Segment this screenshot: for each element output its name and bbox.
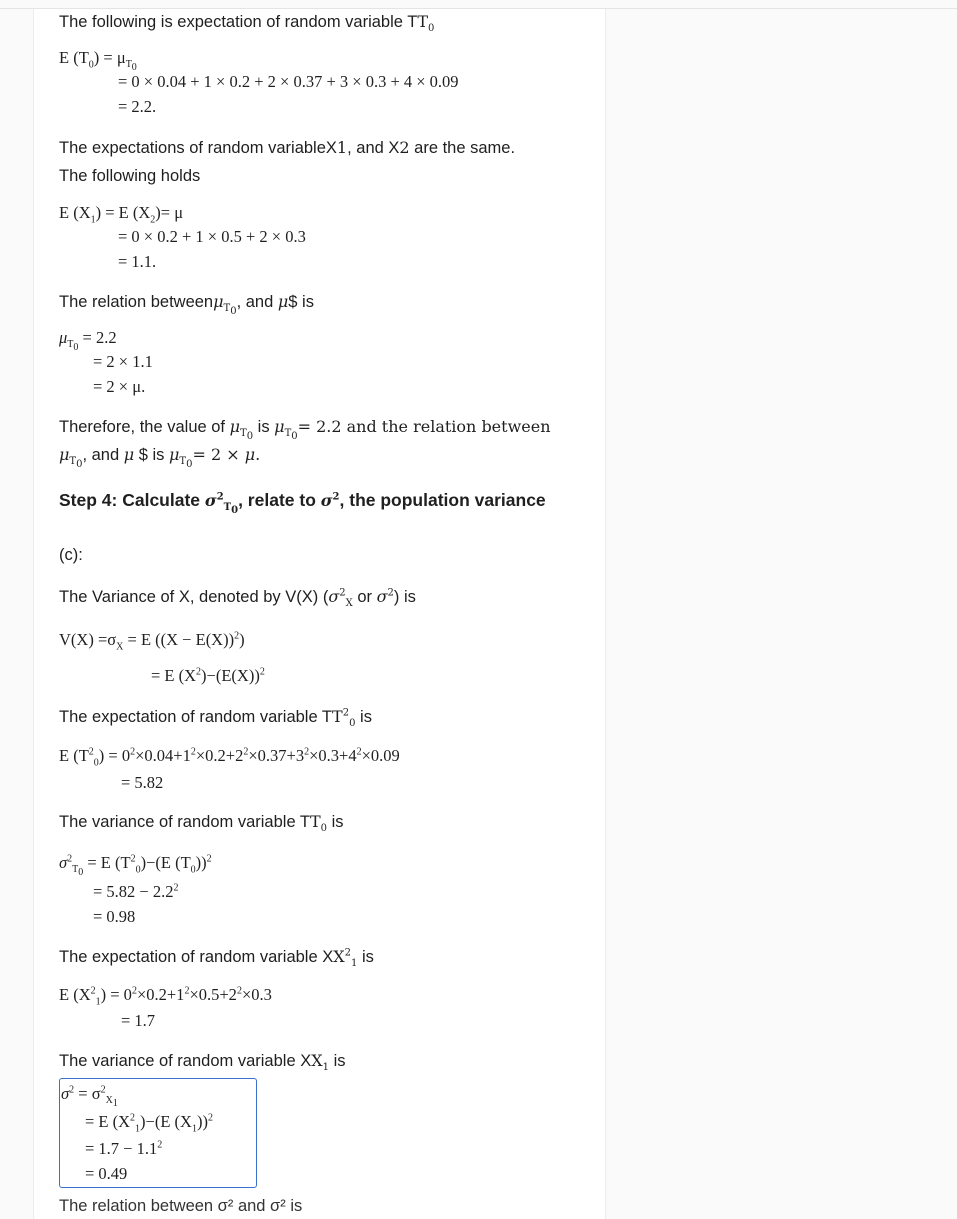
cut-off-line: The relation between σ² and σ² is bbox=[59, 1197, 303, 1215]
eq-e-t0sq-line1: E (T20) = 02×0.04+12×0.2+22×0.37+32×0.3+… bbox=[59, 746, 400, 769]
eq-relation-line3: = 2 × μ. bbox=[93, 377, 146, 396]
eq-variance-line1: V(X) =σX = E ((X − E(X))2) bbox=[59, 630, 245, 653]
paragraph-expectation-t0-squared: The expectation of random variable TT20 … bbox=[59, 707, 372, 730]
paragraph-variance-def: The Variance of X, denoted by V(X) (σ2X … bbox=[59, 587, 416, 610]
eq-var-x1-line2: = E (X21)−(E (X1))2 bbox=[85, 1112, 213, 1135]
eq-variance-line2: = E (X2)−(E(X))2 bbox=[151, 666, 265, 685]
paragraph-expectation-x1-squared: The expectation of random variable XX21 … bbox=[59, 947, 374, 970]
paragraph-expectation-t0: The following is expectation of random v… bbox=[59, 12, 435, 35]
eq-relation-line1: μT0 = 2.2 bbox=[59, 328, 117, 354]
eq-e-x-line3: = 1.1. bbox=[118, 252, 157, 271]
eq-e-x-line1: E (X1) = E (X2)= μ bbox=[59, 203, 184, 226]
eq-e-t0-line2: = 0 × 0.04 + 1 × 0.2 + 2 × 0.37 + 3 × 0.… bbox=[118, 72, 459, 91]
part-c-label: (c): bbox=[59, 546, 83, 564]
eq-relation-line2: = 2 × 1.1 bbox=[93, 352, 153, 371]
paragraph-variance-t0: The variance of random variable TT0 is bbox=[59, 812, 344, 835]
eq-var-t0-line2: = 5.82 − 2.22 bbox=[93, 882, 179, 901]
paragraph-therefore-2: μT0, and μ $ is μT0= 2 × μ. bbox=[59, 445, 261, 471]
paragraph-variance-x1: The variance of random variable XX1 is bbox=[59, 1051, 346, 1074]
eq-e-x1sq-line1: E (X21) = 02×0.2+12×0.5+22×0.3 bbox=[59, 985, 272, 1008]
step-4-heading: Step 4: Calculate σ2T0, relate to σ2, th… bbox=[59, 490, 546, 517]
eq-e-t0-line3: = 2.2. bbox=[118, 97, 157, 116]
eq-e-x1sq-line2: = 1.7 bbox=[121, 1011, 156, 1030]
paragraph-therefore-1: Therefore, the value of μT0 is μT0= 2.2 … bbox=[59, 417, 551, 443]
solution-card: The following is expectation of random v… bbox=[33, 9, 606, 1219]
paragraph-following-holds: The following holds bbox=[59, 167, 201, 185]
eq-e-x-line2: = 0 × 0.2 + 1 × 0.5 + 2 × 0.3 bbox=[118, 227, 306, 246]
eq-var-x1-line4: = 0.49 bbox=[85, 1164, 128, 1183]
eq-e-t0sq-line2: = 5.82 bbox=[121, 773, 164, 792]
paragraph-relation: The relation betweenμT0, and μ$ is bbox=[59, 292, 314, 318]
eq-var-t0-line1: σ2T0 = E (T20)−(E (T0))2 bbox=[59, 853, 212, 879]
eq-var-x1-line3: = 1.7 − 1.12 bbox=[85, 1139, 163, 1158]
paragraph-expectations-x: The expectations of random variableX1, a… bbox=[59, 138, 516, 157]
eq-var-t0-line3: = 0.98 bbox=[93, 907, 136, 926]
eq-e-t0-line1: E (T0) = μT0 bbox=[59, 48, 137, 74]
eq-var-x1-line1: σ2 = σ2X1 bbox=[61, 1084, 118, 1110]
